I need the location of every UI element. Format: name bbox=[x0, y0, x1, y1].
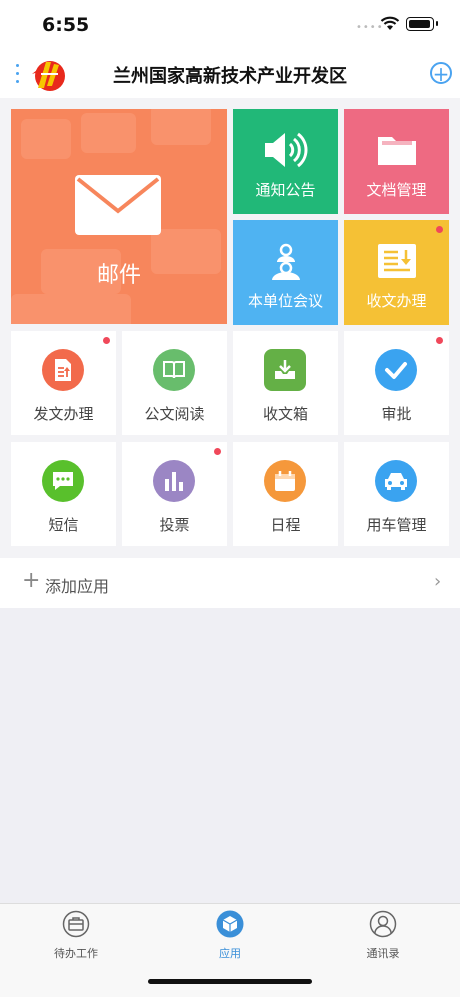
plus-icon: + bbox=[22, 568, 41, 593]
plus-icon: + bbox=[432, 62, 450, 86]
tile-receive-label: 收文办理 bbox=[366, 292, 427, 310]
tile-receive[interactable]: 收文办理 bbox=[344, 220, 449, 325]
calendar-icon bbox=[264, 460, 306, 502]
app-label: 发文办理 bbox=[33, 405, 94, 423]
tile-meeting-label: 本单位会议 bbox=[247, 292, 323, 310]
badge-dot bbox=[214, 448, 221, 455]
tab-label: 通讯录 bbox=[366, 947, 400, 960]
app-read-document[interactable]: 公文阅读 bbox=[122, 331, 227, 435]
badge-dot bbox=[436, 337, 443, 344]
chevron-right-icon: › bbox=[434, 571, 442, 592]
nav-bar: 兰州国家高新技术产业开发区 bbox=[0, 48, 460, 98]
tile-notice-label: 通知公告 bbox=[255, 181, 316, 199]
page-title: 兰州国家高新技术产业开发区 bbox=[113, 66, 347, 87]
app-send-document[interactable]: 发文办理 bbox=[11, 331, 116, 435]
home-indicator bbox=[148, 979, 312, 984]
app-label: 用车管理 bbox=[366, 516, 427, 534]
tile-mail-label: 邮件 bbox=[96, 263, 141, 288]
tile-documents-label: 文档管理 bbox=[366, 181, 427, 199]
tile-notice[interactable]: 通知公告 bbox=[233, 109, 338, 214]
battery-icon bbox=[406, 17, 438, 31]
tile-documents[interactable]: 文档管理 bbox=[344, 109, 449, 214]
app-label: 短信 bbox=[48, 516, 79, 534]
app-label: 公文阅读 bbox=[144, 405, 205, 423]
bar-chart-icon bbox=[153, 460, 195, 502]
sms-icon bbox=[42, 460, 84, 502]
tab-label: 应用 bbox=[219, 947, 241, 960]
add-app-row[interactable]: + 添加应用 › bbox=[0, 558, 460, 608]
receive-document-icon bbox=[377, 244, 416, 278]
app-approval[interactable]: 审批 bbox=[344, 331, 449, 435]
tab-apps[interactable]: 应用 bbox=[180, 910, 280, 966]
speaker-icon bbox=[264, 132, 307, 168]
car-icon bbox=[375, 460, 417, 502]
folder-icon bbox=[377, 137, 416, 165]
tile-meeting[interactable]: 本单位会议 bbox=[233, 220, 338, 325]
add-button[interactable]: + bbox=[430, 62, 452, 84]
app-label: 投票 bbox=[159, 516, 190, 534]
send-document-icon bbox=[42, 349, 84, 391]
briefcase-icon bbox=[62, 910, 90, 938]
book-icon bbox=[153, 349, 195, 391]
app-inbox[interactable]: 收文箱 bbox=[233, 331, 338, 435]
add-app-label: 添加应用 bbox=[45, 577, 110, 596]
status-time: 6:55 bbox=[42, 14, 90, 36]
wifi-icon bbox=[380, 16, 400, 30]
app-vote[interactable]: 投票 bbox=[122, 442, 227, 546]
app-label: 审批 bbox=[381, 405, 412, 423]
app-grid: 邮件 通知公告 文档管理 本单位会议 收文办理 发文办理 公文阅读 收文箱 审批… bbox=[0, 98, 460, 558]
contacts-icon bbox=[369, 910, 397, 938]
tab-todo[interactable]: 待办工作 bbox=[26, 910, 126, 966]
check-icon bbox=[375, 349, 417, 391]
meeting-people-icon bbox=[271, 243, 300, 280]
apps-cube-icon bbox=[216, 910, 244, 938]
badge-dot bbox=[436, 226, 443, 233]
tab-contacts[interactable]: 通讯录 bbox=[333, 910, 433, 966]
inbox-download-icon bbox=[264, 349, 306, 391]
tab-label: 待办工作 bbox=[54, 947, 98, 960]
app-schedule[interactable]: 日程 bbox=[233, 442, 338, 546]
app-label: 日程 bbox=[270, 516, 301, 534]
tile-mail[interactable]: 邮件 bbox=[11, 109, 227, 324]
badge-dot bbox=[103, 337, 110, 344]
app-sms[interactable]: 短信 bbox=[11, 442, 116, 546]
app-vehicle[interactable]: 用车管理 bbox=[344, 442, 449, 546]
status-bar: 6:55 •••• bbox=[0, 0, 460, 48]
mail-icon bbox=[75, 175, 161, 235]
app-label: 收文箱 bbox=[262, 405, 308, 423]
